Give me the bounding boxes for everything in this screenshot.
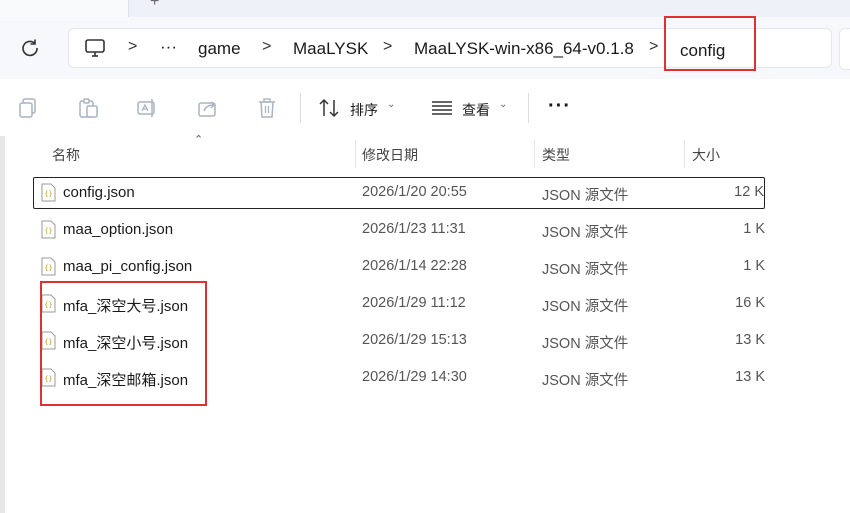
file-name: maa_option.json [63,221,174,238]
command-bar: 排序 ⌄ 查看 ⌄ ··· [0,79,850,137]
column-header-type[interactable]: 类型 [542,145,570,165]
file-name: maa_pi_config.json [63,258,193,275]
file-modified: 2026/1/29 15:13 [362,332,467,348]
file-type: JSON 源文件 [542,262,629,278]
file-size: 1 K [743,258,765,274]
file-row[interactable]: {} maa_pi_config.json 2026/1/14 22:28 JS… [33,251,765,283]
file-modified: 2026/1/14 22:28 [362,258,467,274]
breadcrumb-maalysk[interactable]: MaaLYSK [293,39,368,59]
share-icon[interactable] [197,97,219,119]
new-tab-icon[interactable]: + [150,0,159,11]
file-type: JSON 源文件 [542,373,629,389]
toolbar-divider [300,93,301,123]
column-header-modified[interactable]: 修改日期 [362,145,418,165]
refresh-icon[interactable] [20,38,40,58]
file-modified: 2026/1/20 20:55 [362,184,467,200]
file-type: JSON 源文件 [542,336,629,352]
this-pc-icon[interactable] [84,37,106,59]
breadcrumb-separator: > [649,38,659,55]
column-divider[interactable] [355,140,356,168]
sort-icon [319,98,339,118]
column-header-size[interactable]: 大小 [692,145,720,165]
chevron-down-icon: ⌄ [387,99,396,110]
copy-icon[interactable] [17,97,39,119]
file-size: 13 K [735,332,765,348]
breadcrumb-separator: > [262,38,272,55]
chevron-down-icon: ⌄ [499,99,508,110]
delete-icon[interactable] [256,97,278,119]
json-file-icon: {} [41,257,56,276]
file-type: JSON 源文件 [542,225,629,241]
file-modified: 2026/1/29 14:30 [362,369,467,385]
file-size: 12 K [734,184,764,200]
json-file-icon: {} [41,183,56,202]
rename-icon[interactable] [136,97,158,119]
file-row[interactable]: {} maa_option.json 2026/1/23 11:31 JSON … [33,214,765,246]
breadcrumb-overflow[interactable]: ··· [160,37,177,57]
view-button[interactable]: 查看 ⌄ [431,97,511,119]
window-tab[interactable] [0,0,129,17]
sort-button[interactable]: 排序 ⌄ [318,97,398,119]
column-header-row: ⌃ 名称 修改日期 类型 大小 [0,134,770,170]
json-file-icon: {} [41,220,56,239]
column-header-name[interactable]: 名称 [52,145,80,165]
breadcrumb-game[interactable]: game [198,39,241,59]
file-size: 1 K [743,221,765,237]
tab-strip: + [0,0,850,17]
file-modified: 2026/1/23 11:31 [362,221,466,237]
file-modified: 2026/1/29 11:12 [362,295,466,311]
navigation-pane-edge [0,136,5,513]
view-icon [432,101,452,115]
list-clip-area [765,136,850,513]
sort-ascending-icon: ⌃ [194,134,204,146]
column-divider[interactable] [684,140,685,168]
svg-text:{}: {} [44,190,52,198]
view-label: 查看 [462,102,490,118]
toolbar-divider [528,93,529,123]
file-size: 16 K [735,295,765,311]
file-size: 13 K [735,369,765,385]
more-options-button[interactable]: ··· [548,95,571,118]
breadcrumb-separator: > [383,38,393,55]
breadcrumb-version-folder[interactable]: MaaLYSK-win-x86_64-v0.1.8 [414,39,634,59]
highlight-box-address [664,16,756,71]
breadcrumb-separator: > [128,38,138,55]
svg-text:{}: {} [44,227,52,235]
highlight-box-files [40,281,207,406]
search-box[interactable] [839,28,850,70]
svg-text:{}: {} [44,264,52,272]
file-type: JSON 源文件 [542,299,629,315]
sort-label: 排序 [350,102,378,118]
file-row[interactable]: {} config.json 2026/1/20 20:55 JSON 源文件 … [33,177,765,209]
paste-icon[interactable] [77,97,99,119]
file-type: JSON 源文件 [542,188,629,204]
column-divider[interactable] [534,140,535,168]
file-name: config.json [63,184,135,201]
